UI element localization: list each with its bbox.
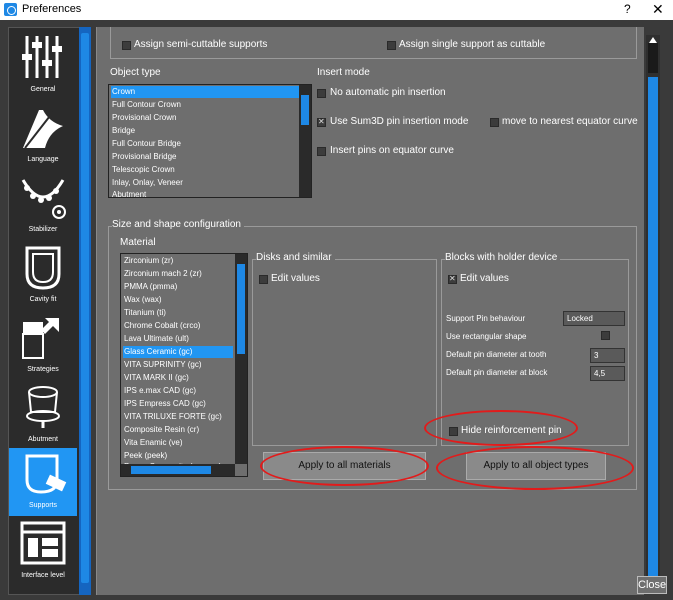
list-item[interactable]: Wax (wax) xyxy=(123,294,161,306)
list-item[interactable]: IPS Empress CAD (gc) xyxy=(123,398,206,410)
no-auto-pin-checkbox[interactable] xyxy=(317,89,326,98)
list-item[interactable]: Titanium (ti) xyxy=(123,307,166,319)
sidebar-item-supports[interactable]: Supports xyxy=(9,448,77,516)
list-item[interactable]: Full Contour Bridge xyxy=(111,138,181,150)
diam-tooth-input[interactable]: 3 xyxy=(590,348,625,363)
list-item[interactable]: PMMA (pmma) xyxy=(123,281,177,293)
list-item[interactable]: Telescopic Crown xyxy=(111,164,175,176)
material-vscrollbar[interactable] xyxy=(235,254,247,464)
list-item[interactable]: Crown xyxy=(111,86,299,98)
sidebar-item-label: Language xyxy=(27,156,59,163)
list-item[interactable]: Inlay, Onlay, Veneer xyxy=(111,177,183,189)
support-pin-behaviour-label: Support Pin behaviour xyxy=(446,314,526,323)
list-item[interactable]: Abutment xyxy=(111,189,146,197)
annotation-ellipse xyxy=(436,446,634,490)
diam-block-input[interactable]: 4,5 xyxy=(590,366,625,381)
list-item[interactable]: IPS e.max CAD (gc) xyxy=(123,385,196,397)
disks-edit-values-checkbox[interactable] xyxy=(259,275,268,284)
sidebar-item-label: Stabilizer xyxy=(28,226,58,233)
interface-level-icon xyxy=(20,521,66,565)
sidebar-item-label: Interface level xyxy=(21,572,65,579)
list-item[interactable]: Vita Enamic (ve) xyxy=(123,437,183,449)
stabilizer-icon xyxy=(21,179,66,219)
window-close-button[interactable]: ✕ xyxy=(652,1,664,18)
annotation-ellipse xyxy=(424,410,578,446)
no-auto-pin-label: No automatic pin insertion xyxy=(330,87,446,98)
main-scroll-track[interactable] xyxy=(648,77,658,577)
single-cuttable-checkbox[interactable] xyxy=(387,41,396,50)
semi-cuttable-label: Assign semi-cuttable supports xyxy=(134,39,268,50)
use-sum3d-checkbox[interactable] xyxy=(317,117,326,127)
object-type-list[interactable]: Crown Full Contour Crown Provisional Cro… xyxy=(108,84,312,198)
strategies-icon xyxy=(22,318,59,359)
list-item[interactable]: Lava Ultimate (ult) xyxy=(123,333,189,345)
sidebar-item-language[interactable]: Language xyxy=(9,102,77,170)
sidebar-item-stabilizer[interactable]: Stabilizer xyxy=(9,172,77,240)
support-pin-behaviour-select[interactable]: Locked xyxy=(563,311,625,326)
sidebar-item-label: General xyxy=(30,86,56,93)
use-rect-shape-label: Use rectangular shape xyxy=(446,332,527,341)
window-title: Preferences xyxy=(22,3,82,15)
disks-heading: Disks and similar xyxy=(256,252,335,263)
blocks-edit-values-label: Edit values xyxy=(460,273,509,284)
app-icon xyxy=(4,3,17,16)
supports-icon xyxy=(25,454,67,494)
list-item[interactable]: VITA SUPRINITY (gc) xyxy=(123,359,202,371)
insert-equator-checkbox[interactable] xyxy=(317,147,326,156)
sidebar-item-interface-level[interactable]: Interface level xyxy=(9,518,77,586)
sidebar-item-label: Abutment xyxy=(28,436,58,443)
list-item[interactable]: VITA TRILUXE FORTE (gc) xyxy=(123,411,222,423)
use-rect-shape-checkbox[interactable] xyxy=(601,331,610,340)
use-sum3d-label: Use Sum3D pin insertion mode xyxy=(330,116,469,127)
sidebar-item-cavity-fit[interactable]: Cavity fit xyxy=(9,242,77,310)
abutment-icon xyxy=(26,386,60,428)
diam-block-label: Default pin diameter at block xyxy=(446,368,548,377)
sidebar-scroll-thumb[interactable] xyxy=(81,33,89,583)
list-item[interactable]: Provisional Crown xyxy=(111,112,176,124)
help-button[interactable]: ? xyxy=(624,2,631,16)
disks-group xyxy=(252,259,437,446)
insert-equator-label: Insert pins on equator curve xyxy=(330,145,454,156)
list-item[interactable]: Composite Resin (cr) xyxy=(123,424,199,436)
main-scroll-thumb[interactable] xyxy=(648,43,658,73)
blocks-edit-values-checkbox[interactable] xyxy=(448,274,457,284)
list-item[interactable]: Full Contour Crown xyxy=(111,99,181,111)
material-hscrollbar[interactable] xyxy=(121,464,235,476)
main-scrollbar[interactable] xyxy=(646,35,660,590)
list-item[interactable]: VITA MARK II (gc) xyxy=(123,372,189,384)
list-item[interactable]: Provisional Bridge xyxy=(111,151,176,163)
sidebar-item-strategies[interactable]: Strategies xyxy=(9,312,77,380)
sidebar-scrollbar[interactable] xyxy=(79,27,91,595)
list-item[interactable]: Zirconium (zr) xyxy=(123,255,173,267)
sidebar-item-abutment[interactable]: Abutment xyxy=(9,382,77,450)
list-item[interactable]: Chrome Cobalt (crco) xyxy=(123,320,200,332)
cavity-fit-icon xyxy=(25,246,61,290)
sliders-icon xyxy=(22,36,62,78)
list-item[interactable]: Bridge xyxy=(111,125,135,137)
close-button[interactable]: Close xyxy=(637,576,667,594)
semi-cuttable-checkbox[interactable] xyxy=(122,41,131,50)
move-equator-label: move to nearest equator curve xyxy=(502,116,638,127)
move-equator-checkbox[interactable] xyxy=(490,118,499,127)
material-heading: Material xyxy=(120,237,156,248)
language-icon xyxy=(23,110,63,149)
sidebar-item-label: Cavity fit xyxy=(29,296,57,303)
sidebar-item-label: Supports xyxy=(28,502,58,509)
annotation-ellipse xyxy=(260,446,429,486)
size-shape-heading: Size and shape configuration xyxy=(112,219,244,230)
sidebar-item-label: Strategies xyxy=(27,366,59,373)
object-type-scrollbar[interactable] xyxy=(299,85,311,197)
title-bar: Preferences ? ✕ xyxy=(0,0,673,20)
blocks-heading: Blocks with holder device xyxy=(445,252,561,263)
diam-tooth-label: Default pin diameter at tooth xyxy=(446,350,547,359)
sidebar-item-general[interactable]: General xyxy=(9,32,77,100)
insert-mode-heading: Insert mode xyxy=(317,67,370,78)
list-item[interactable]: Zirconium mach 2 (zr) xyxy=(123,268,202,280)
material-list[interactable]: Zirconium (zr) Zirconium mach 2 (zr) PMM… xyxy=(120,253,248,477)
object-type-heading: Object type xyxy=(110,67,161,78)
disks-edit-values-label: Edit values xyxy=(271,273,320,284)
list-item[interactable]: Glass Ceramic (gc) xyxy=(123,346,233,358)
single-cuttable-label: Assign single support as cuttable xyxy=(399,39,546,50)
